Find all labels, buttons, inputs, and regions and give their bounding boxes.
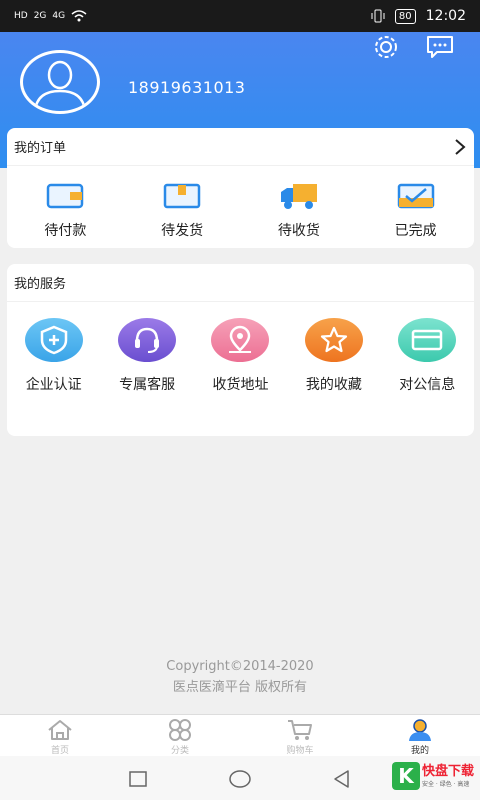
star-circle xyxy=(304,318,363,362)
service-corporate-info[interactable]: 对公信息 xyxy=(381,306,474,394)
orders-title: 我的订单 xyxy=(14,141,67,156)
vibrate-icon xyxy=(371,9,385,23)
network-indicators: HD 2G 4G xyxy=(14,10,87,22)
order-pending-payment[interactable]: 待付款 xyxy=(7,168,124,240)
order-completed[interactable]: 已完成 xyxy=(357,168,474,240)
truck-icon xyxy=(280,184,317,209)
order-status-list: 待付款 待发货 待收货 已完成 xyxy=(7,168,474,240)
completed-check-icon xyxy=(397,183,434,209)
status-bar: HD 2G 4G 80 12:02 xyxy=(0,0,480,32)
tab-label: 我的 xyxy=(410,746,429,756)
avatar[interactable] xyxy=(20,50,100,114)
service-label: 企业认证 xyxy=(25,377,82,393)
copyright: Copyright©2014-2020 医点医滴平台 版权所有 xyxy=(0,656,480,698)
shield-plus-icon xyxy=(40,325,67,355)
watermark-brand: 快盘下载 xyxy=(421,763,474,779)
tab-mine[interactable]: 我的 xyxy=(360,715,480,756)
service-label: 专属客服 xyxy=(119,377,176,393)
star-icon xyxy=(320,326,347,353)
watermark-logo: K 快盘下载 安全 · 绿色 · 高速 xyxy=(391,762,474,790)
category-grid-icon xyxy=(169,719,191,741)
wifi-icon xyxy=(71,10,87,22)
chevron-right-icon[interactable] xyxy=(454,138,466,156)
watermark-subtitle: 安全 · 绿色 · 高速 xyxy=(421,780,470,788)
orders-title-row[interactable]: 我的订单 xyxy=(7,128,474,166)
recent-apps-icon[interactable] xyxy=(128,770,148,788)
tab-cart[interactable]: 购物车 xyxy=(240,715,360,756)
order-label: 待付款 xyxy=(44,223,87,239)
services-title: 我的服务 xyxy=(14,277,67,292)
service-shipping-address[interactable]: 收货地址 xyxy=(194,306,287,394)
order-pending-shipment[interactable]: 待发货 xyxy=(124,168,241,240)
signal-2g-indicator: 2G xyxy=(33,11,47,21)
order-label: 待发货 xyxy=(161,223,204,239)
headset-icon xyxy=(135,327,160,353)
service-list: 企业认证 专属客服 收货地址 我的收藏 对公信息 xyxy=(7,306,474,394)
battery-level: 80 xyxy=(394,8,416,24)
wallet-icon xyxy=(47,183,84,209)
package-icon xyxy=(163,183,201,209)
copyright-owner: 医点医滴平台 版权所有 xyxy=(172,680,308,695)
cart-icon xyxy=(288,720,312,740)
user-icon xyxy=(409,719,431,741)
tab-label: 首页 xyxy=(50,746,69,756)
services-card: 我的服务 企业认证 专属客服 收货地址 我的收藏 对公信息 xyxy=(7,264,474,436)
location-pin-icon xyxy=(229,325,252,353)
gear-icon[interactable] xyxy=(371,34,401,60)
service-favorites[interactable]: 我的收藏 xyxy=(287,306,380,394)
service-label: 对公信息 xyxy=(399,377,456,393)
orders-card: 我的订单 待付款 待发货 待收货 已完成 xyxy=(7,128,474,248)
tab-label: 分类 xyxy=(170,746,189,756)
shield-circle xyxy=(24,318,83,362)
service-enterprise-certification[interactable]: 企业认证 xyxy=(7,306,100,394)
tab-label: 购物车 xyxy=(286,746,314,756)
bottom-tab-bar: 首页 分类 购物车 我的 xyxy=(0,714,480,756)
service-label: 我的收藏 xyxy=(305,377,362,393)
watermark-k-badge: K xyxy=(391,762,420,790)
services-title-row: 我的服务 xyxy=(7,264,474,302)
message-icon[interactable] xyxy=(425,34,455,60)
copyright-line: Copyright©2014-2020 xyxy=(166,659,314,674)
headset-circle xyxy=(118,318,177,362)
service-customer-support[interactable]: 专属客服 xyxy=(100,306,193,394)
hd-indicator: HD xyxy=(14,11,28,21)
signal-4g-indicator: 4G xyxy=(52,11,66,21)
user-phone: 18919631013 xyxy=(128,78,246,97)
user-silhouette-icon xyxy=(33,60,87,111)
tab-category[interactable]: 分类 xyxy=(120,715,240,756)
back-triangle-icon[interactable] xyxy=(332,769,352,789)
order-pending-receipt[interactable]: 待收货 xyxy=(241,168,358,240)
order-label: 待收货 xyxy=(277,223,320,239)
bank-card-icon xyxy=(412,329,443,351)
location-circle xyxy=(211,318,270,362)
home-icon xyxy=(48,720,72,740)
card-circle xyxy=(398,318,457,362)
home-circle-icon[interactable] xyxy=(228,769,252,789)
service-label: 收货地址 xyxy=(212,377,269,393)
clock: 12:02 xyxy=(425,8,466,24)
tab-home[interactable]: 首页 xyxy=(0,715,120,756)
order-label: 已完成 xyxy=(394,223,437,239)
